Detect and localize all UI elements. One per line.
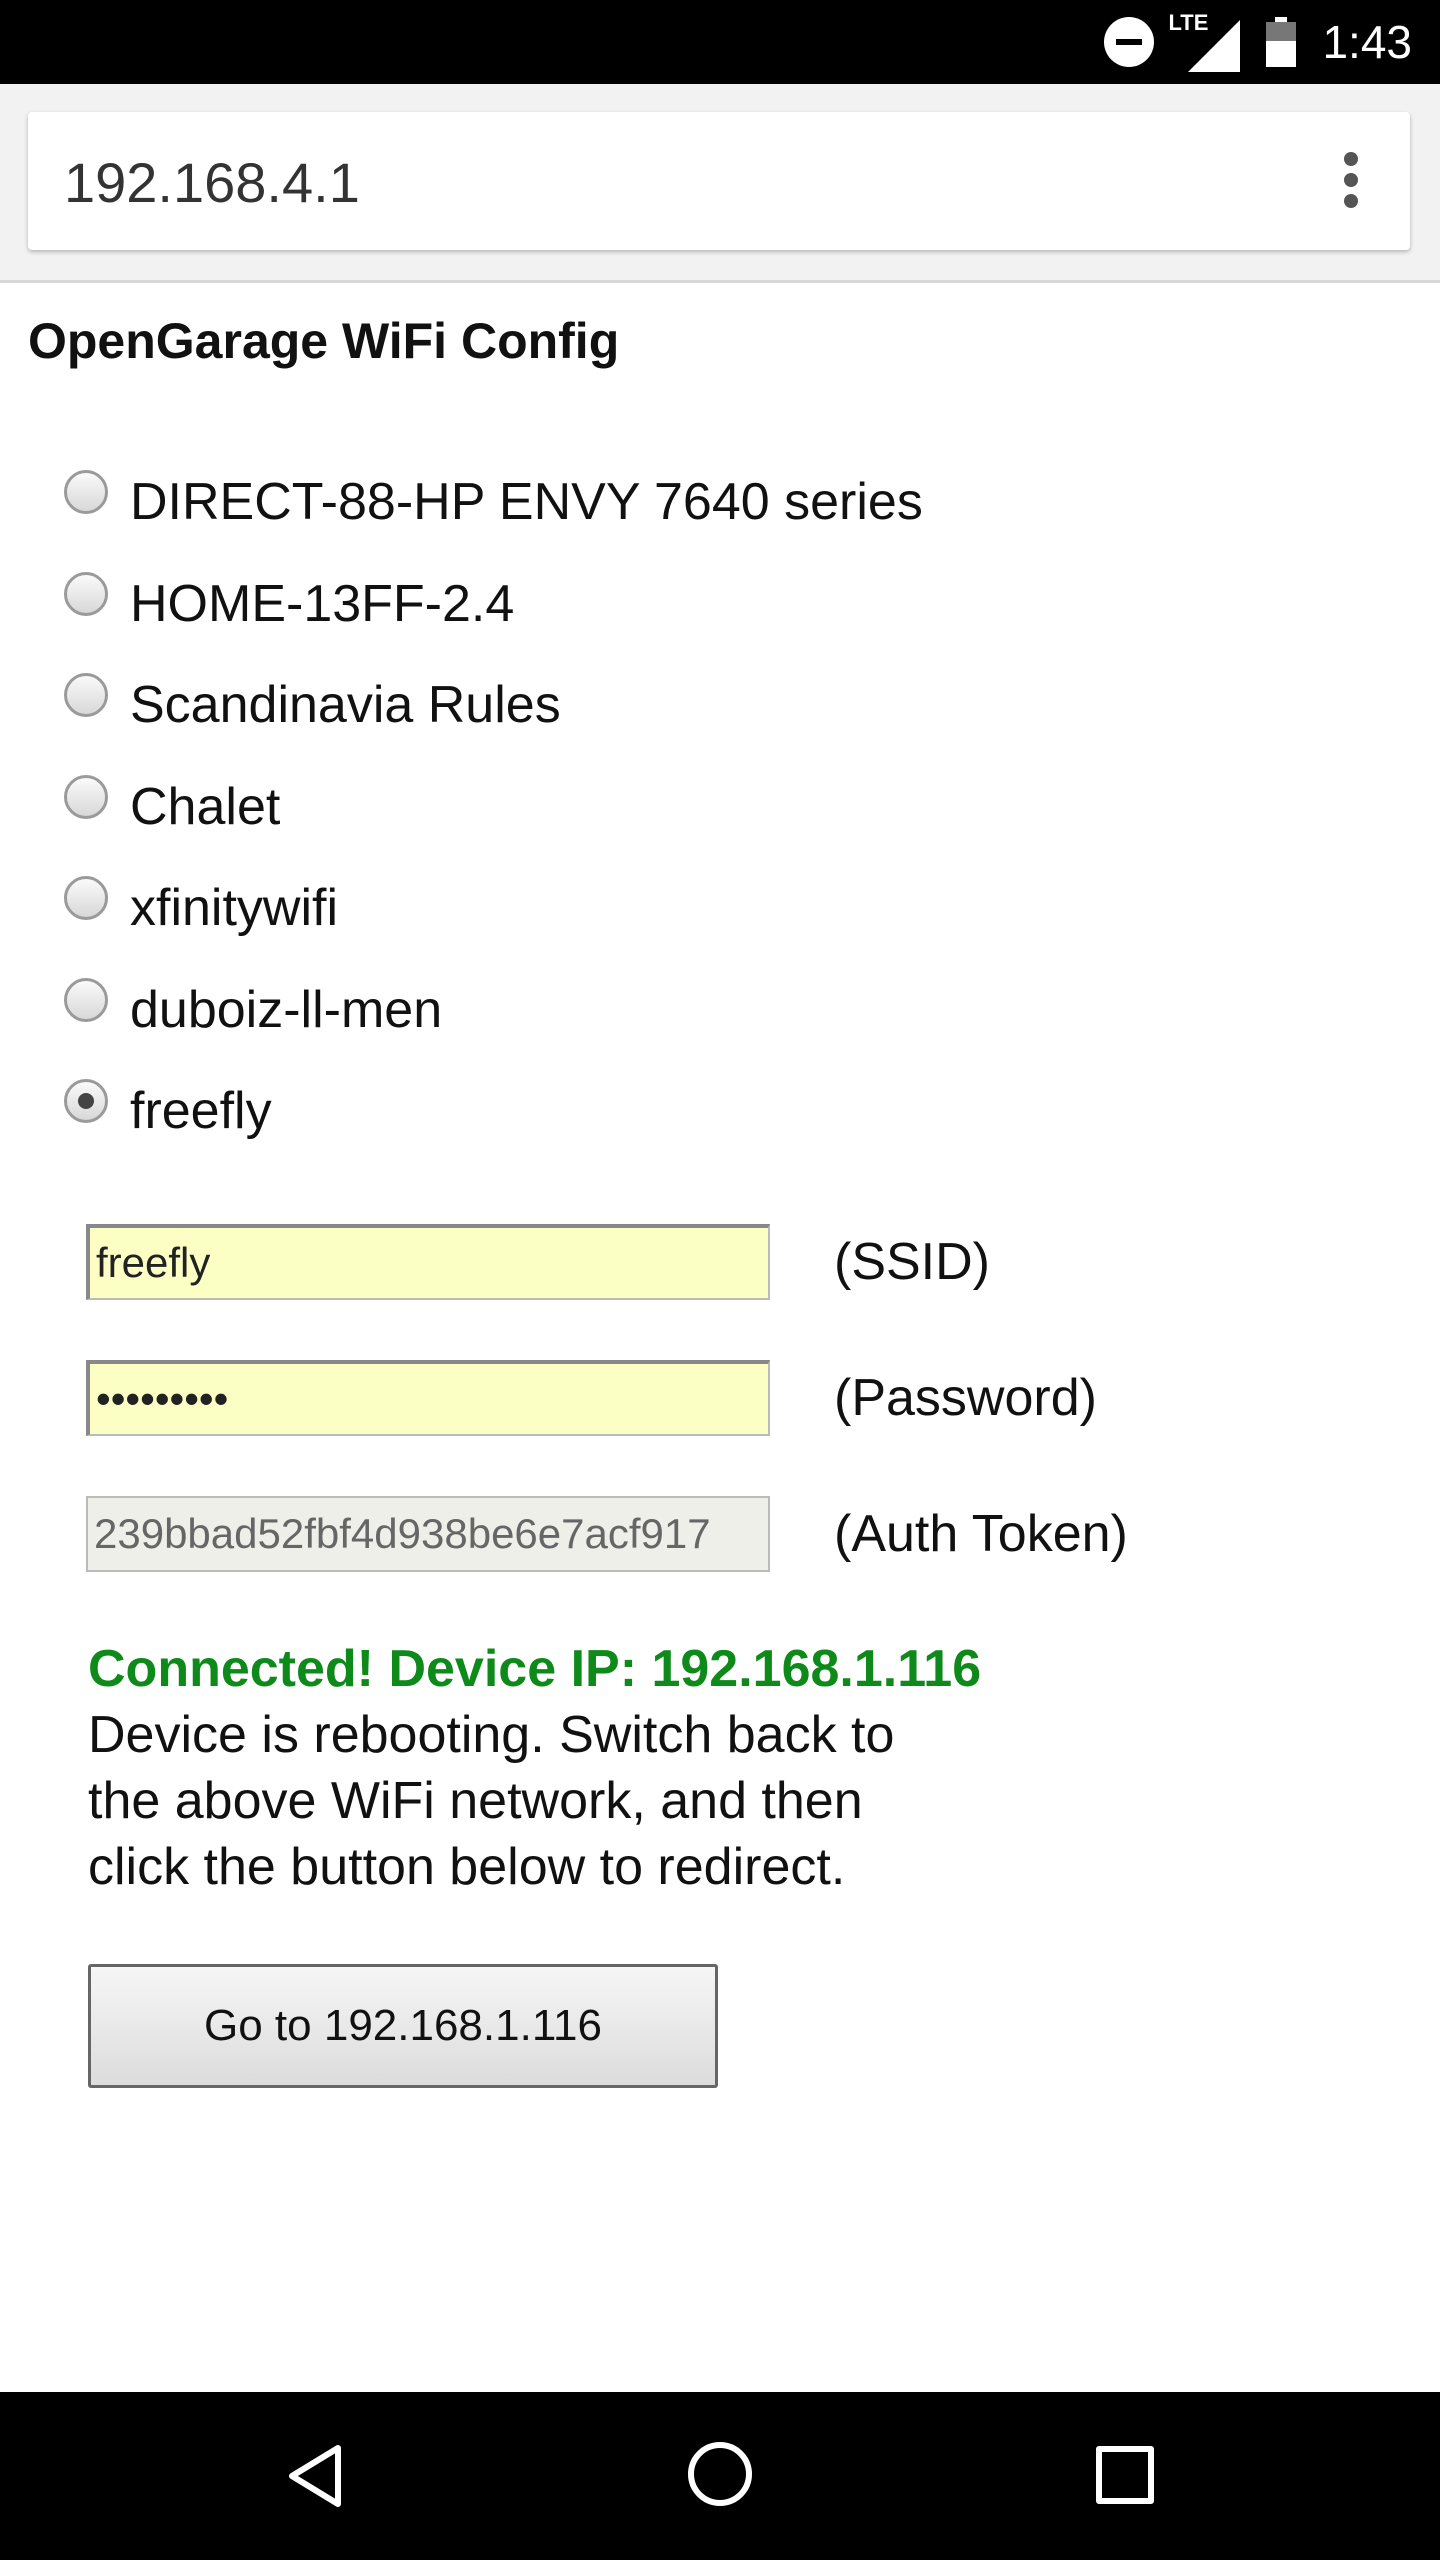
network-label[interactable]: Scandinavia Rules: [130, 675, 561, 735]
radio-button[interactable]: [64, 977, 108, 1022]
auth-token-label: (Auth Token): [834, 1505, 1128, 1563]
signal-icon: LTE: [1168, 10, 1241, 72]
do-not-disturb-icon: [1104, 17, 1155, 67]
radio-button[interactable]: [64, 774, 108, 819]
address-bar[interactable]: 192.168.4.1: [28, 112, 1410, 250]
status-message: Connected! Device IP: 192.168.1.116 Devi…: [88, 1636, 1188, 1900]
auth-token-input[interactable]: [86, 1496, 770, 1572]
network-label[interactable]: HOME-13FF-2.4: [130, 574, 514, 634]
network-label[interactable]: duboiz-ll-men: [130, 980, 442, 1040]
network-label[interactable]: freefly: [130, 1081, 272, 1141]
url-text[interactable]: 192.168.4.1: [64, 150, 360, 215]
ssid-input[interactable]: [86, 1224, 770, 1300]
status-icons: LTE 1:43: [1104, 0, 1412, 84]
navigation-bar: [0, 2392, 1440, 2560]
redirect-button[interactable]: Go to 192.168.1.116: [88, 1964, 718, 2088]
recents-icon[interactable]: [1096, 2446, 1154, 2504]
radio-button[interactable]: [64, 673, 108, 717]
battery-icon: [1266, 17, 1297, 67]
radio-button[interactable]: [64, 876, 108, 920]
signal-strength-icon: [1188, 20, 1241, 72]
reboot-message-line: the above WiFi network, and then: [88, 1772, 863, 1830]
connected-message: Connected! Device IP: 192.168.1.116: [88, 1640, 982, 1698]
radio-button[interactable]: [64, 571, 108, 616]
network-label[interactable]: xfinitywifi: [130, 878, 338, 938]
page-title: OpenGarage WiFi Config: [28, 313, 620, 369]
ssid-row: (SSID): [86, 1224, 1286, 1300]
auth-token-row: (Auth Token): [86, 1496, 1286, 1572]
browser-toolbar: 192.168.4.1: [0, 84, 1440, 283]
network-label[interactable]: Chalet: [130, 777, 280, 837]
ssid-label: (SSID): [834, 1233, 990, 1291]
status-clock: 1:43: [1322, 16, 1412, 68]
password-row: (Password): [86, 1360, 1286, 1436]
radio-button[interactable]: [64, 470, 108, 514]
network-label[interactable]: DIRECT-88-HP ENVY 7640 series: [130, 472, 923, 532]
back-icon[interactable]: [284, 2444, 348, 2508]
status-bar: LTE 1:43: [0, 0, 1440, 84]
reboot-message-line: Device is rebooting. Switch back to: [88, 1706, 895, 1764]
password-label: (Password): [834, 1369, 1097, 1427]
password-input[interactable]: [86, 1360, 770, 1436]
radio-button-selected[interactable]: [64, 1079, 108, 1123]
home-icon[interactable]: [688, 2442, 752, 2506]
reboot-message-line: click the button below to redirect.: [88, 1838, 846, 1896]
overflow-menu-icon[interactable]: [1344, 152, 1358, 208]
